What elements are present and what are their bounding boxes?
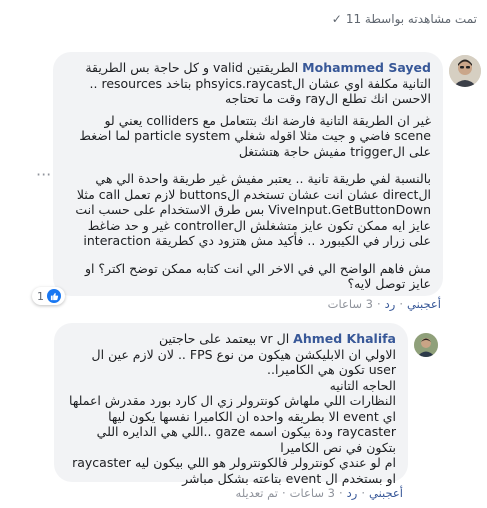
seen-by-text: تمت مشاهدته بواسطة 11 — [345, 12, 477, 26]
comment-paragraph: غير ان الطريقة التانية فارضة انك بتتعامل… — [75, 112, 431, 159]
reaction-badge[interactable]: 1 — [32, 287, 65, 305]
like-link[interactable]: أعجبني — [369, 486, 403, 500]
comment-text: Mohammed Sayed الطريقتين valid و كل حاجة… — [65, 60, 431, 107]
edited-label[interactable]: تم تعديله — [236, 486, 278, 500]
comment-author[interactable]: Ahmed Khalifa — [293, 331, 396, 346]
comment-bubble: Ahmed Khalifa ال vr بيعتمد على حاجتين ال… — [54, 323, 408, 486]
reply-link[interactable]: رد — [385, 297, 396, 311]
like-thumb-icon — [47, 289, 61, 303]
comment-paragraph: بالنسبة لفي طريقة تانية .. يعتبر مفيش غي… — [71, 171, 431, 248]
more-options-icon[interactable]: ··· — [36, 167, 51, 183]
timestamp[interactable]: 3 ساعات — [290, 486, 335, 500]
check-icon: ✓ — [331, 12, 342, 26]
comment-paragraph: مش فاهم الواضح الي في الاخر الي انت كتاب… — [80, 260, 431, 292]
reply-link[interactable]: رد — [347, 486, 358, 500]
comment-bubble: Mohammed Sayed الطريقتين valid و كل حاجة… — [53, 52, 443, 296]
avatar[interactable] — [414, 333, 438, 357]
comment-text: Ahmed Khalifa ال vr بيعتمد على حاجتين ال… — [68, 331, 396, 486]
reaction-count: 1 — [37, 289, 44, 303]
seen-by-indicator[interactable]: تمت مشاهدته بواسطة 11 ✓ — [332, 12, 477, 26]
comment-actions: أعجبني · رد · 3 ساعات · تم تعديله — [235, 486, 403, 500]
comment-author[interactable]: Mohammed Sayed — [302, 60, 431, 75]
avatar[interactable] — [449, 55, 481, 87]
timestamp[interactable]: 3 ساعات — [328, 297, 373, 311]
comment-paragraph: ال vr بيعتمد على حاجتين الاولي ان الابلي… — [69, 331, 396, 486]
like-link[interactable]: أعجبني — [407, 297, 441, 311]
comment-actions: أعجبني · رد · 3 ساعات — [327, 297, 441, 311]
